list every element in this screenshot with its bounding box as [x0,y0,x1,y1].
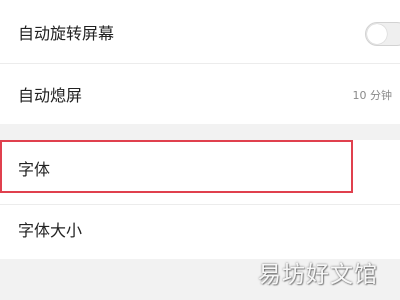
auto-rotate-label: 自动旋转屏幕 [18,24,115,43]
auto-rotate-toggle[interactable] [365,22,400,46]
setting-row-font[interactable]: 字体 [0,140,400,204]
setting-row-auto-screen-off[interactable]: 自动熄屏 10 分钟 [0,64,400,124]
section-gap [0,124,400,140]
font-size-label: 字体大小 [18,221,83,240]
toggle-knob [367,24,387,44]
font-label: 字体 [18,160,51,179]
auto-screen-off-label: 自动熄屏 [18,86,83,105]
setting-row-auto-rotate[interactable]: 自动旋转屏幕 [0,0,400,63]
watermark: 易坊好文馆 [258,262,378,288]
setting-row-font-size[interactable]: 字体大小 [0,205,400,259]
auto-screen-off-value: 10 分钟 [352,89,393,102]
